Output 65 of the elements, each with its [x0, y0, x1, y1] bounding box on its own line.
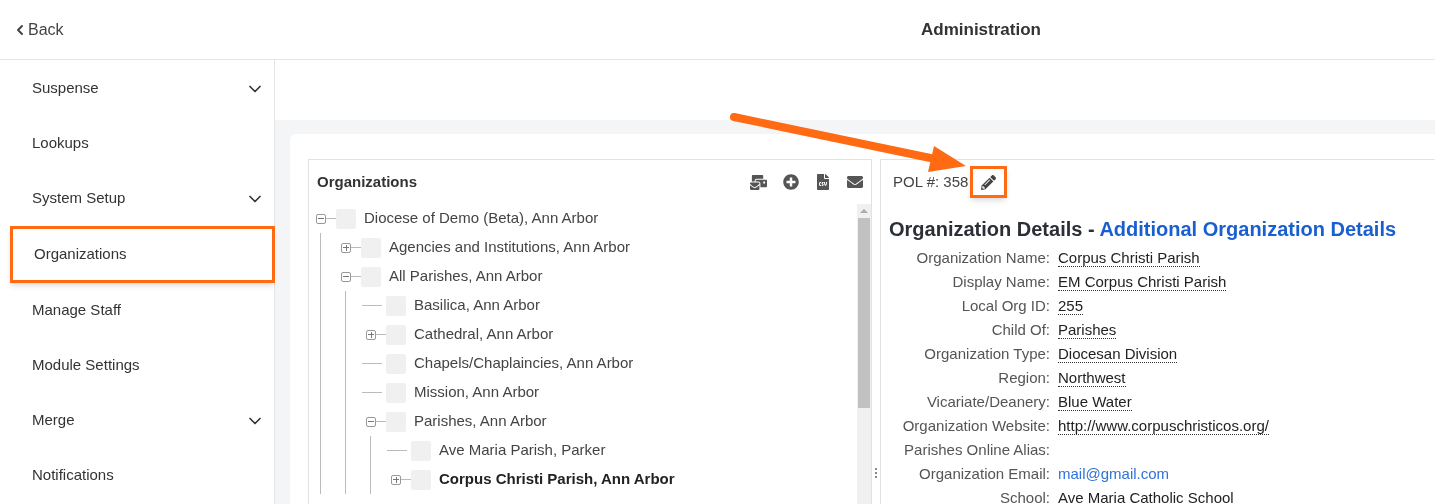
collapse-toggle[interactable] [366, 416, 376, 427]
back-button[interactable]: Back [12, 17, 64, 42]
field-label: Organization Email: [918, 464, 1050, 484]
expand-toggle[interactable] [391, 474, 401, 485]
tree-checkbox[interactable] [336, 208, 356, 229]
tree-item[interactable]: Basilica, Ann Arbor [414, 294, 540, 317]
field-value[interactable]: Northwest [1058, 369, 1126, 387]
tree-item[interactable]: Diocese of Demo (Beta), Ann Arbor [364, 207, 599, 230]
tree-item[interactable]: Cathedral, Ann Arbor [414, 323, 554, 346]
tree-checkbox[interactable] [411, 469, 431, 490]
field-value[interactable]: Ave Maria Catholic School [1058, 489, 1234, 504]
field-value[interactable]: EM Corpus Christi Parish [1058, 273, 1227, 291]
expand-toggle[interactable] [341, 242, 351, 253]
sidebar-item[interactable]: Module Settings [0, 338, 265, 393]
sidebar-item[interactable]: Merge [0, 393, 265, 448]
scrollbar[interactable] [857, 204, 871, 504]
bulk-mail-icon[interactable] [750, 173, 767, 191]
sidebar-item[interactable]: Organizations [10, 226, 275, 283]
field-label: Region: [997, 368, 1050, 388]
tree-checkbox[interactable] [361, 266, 381, 287]
tree-item[interactable]: Ave Maria Parish, Parker [439, 439, 606, 462]
field-label: Vicariate/Deanery: [925, 392, 1050, 412]
collapse-toggle[interactable] [341, 271, 351, 282]
tree-item[interactable]: Parishes, Ann Arbor [414, 410, 547, 433]
field-value[interactable]: Corpus Christi Parish [1058, 249, 1200, 267]
field-label: Parishes Online Alias: [903, 440, 1050, 460]
tree-item[interactable]: Corpus Christi Parish, Ann Arbor [439, 468, 675, 491]
tree-checkbox[interactable] [361, 237, 381, 258]
email-link[interactable]: mail@gmail.com [1058, 465, 1170, 482]
field-label: Organization Website: [901, 416, 1050, 436]
mail-icon[interactable] [847, 174, 863, 190]
panel-title: Organizations [317, 171, 417, 192]
field-label: Local Org ID: [960, 296, 1050, 316]
field-value[interactable]: Blue Water [1058, 393, 1132, 411]
additional-details-link[interactable]: Additional Organization Details [1099, 218, 1397, 240]
field-label: Child Of: [990, 320, 1050, 340]
tree-checkbox[interactable] [386, 411, 406, 432]
tree-checkbox[interactable] [386, 324, 406, 345]
tree-item[interactable]: All Parishes, Ann Arbor [389, 265, 543, 288]
field-label: Display Name: [951, 272, 1050, 292]
sidebar-item[interactable]: Suspense [0, 61, 265, 116]
details-heading: Organization Details - Additional Organization Details [889, 217, 1398, 242]
sidebar-item[interactable]: Notifications [0, 448, 265, 503]
field-value[interactable]: Parishes [1058, 321, 1117, 339]
collapse-toggle[interactable] [316, 213, 326, 224]
field-label: Organization Type: [923, 344, 1050, 364]
field-value[interactable]: 255 [1058, 297, 1084, 315]
splitter-handle[interactable] [875, 468, 877, 478]
pencil-icon [981, 174, 997, 190]
pol-number: POL #: 358 [893, 171, 969, 192]
field-label: School: [998, 488, 1050, 504]
field-label: Organization Name: [915, 248, 1050, 268]
tree-item[interactable]: Chapels/Chaplaincies, Ann Arbor [414, 352, 634, 375]
sidebar-item[interactable]: Lookups [0, 116, 265, 171]
edit-button[interactable] [970, 166, 1008, 198]
sidebar-item[interactable]: System Setup [0, 171, 265, 226]
sidebar-item[interactable]: Manage Staff [0, 283, 265, 338]
page-title: Administration [921, 18, 1041, 41]
tree-item[interactable]: Agencies and Institutions, Ann Arbor [389, 236, 630, 259]
expand-toggle[interactable] [366, 329, 376, 340]
tree-item[interactable]: Mission, Ann Arbor [414, 381, 540, 404]
field-value[interactable]: Diocesan Division [1058, 345, 1178, 363]
csv-file-icon[interactable] [815, 174, 831, 190]
add-icon[interactable] [783, 174, 799, 190]
field-value[interactable]: http://www.corpuschristicos.org/ [1058, 417, 1269, 435]
